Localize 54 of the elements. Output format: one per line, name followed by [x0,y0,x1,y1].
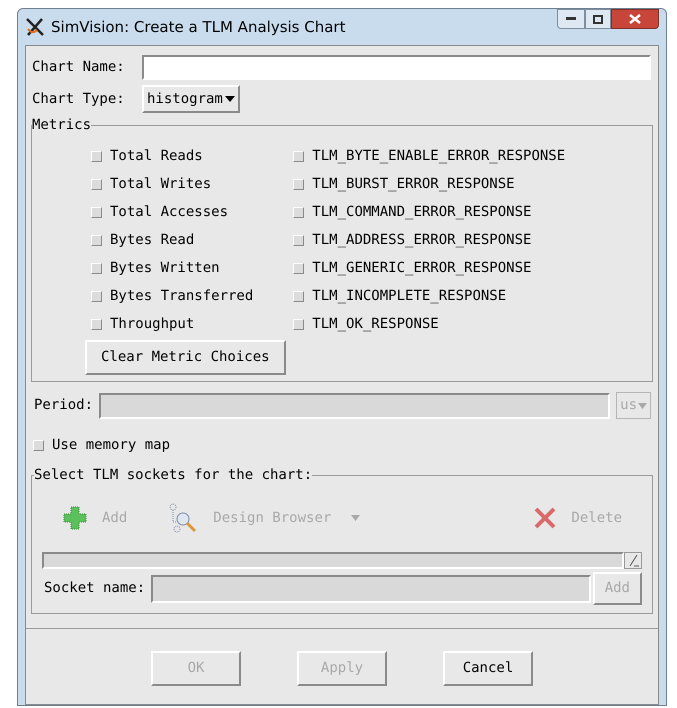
checkbox-label: TLM_BURST_ERROR_RESPONSE [312,174,515,194]
maximize-icon [593,14,603,24]
sockets-title: Select TLM sockets for the chart: [34,466,312,485]
dialog-action-button[interactable]: Cancel [443,651,533,686]
checkbox[interactable] [91,178,102,190]
checkbox[interactable] [293,206,304,218]
resize-handle-icon[interactable] [624,552,642,569]
chart-type-label: Chart Type: [32,90,126,108]
checkbox[interactable] [91,262,102,274]
close-icon [629,14,641,24]
checkbox-label: Total Reads [110,146,203,166]
period-label: Period: [34,396,94,415]
checkbox-label: TLM_INCOMPLETE_RESPONSE [312,286,506,306]
window-title: SimVision: Create a TLM Analysis Chart [51,16,346,38]
minimize-icon [566,17,576,21]
checkbox[interactable] [91,206,102,218]
plus-icon [62,505,88,531]
checkbox[interactable] [293,150,304,162]
checkbox-label: TLM_COMMAND_ERROR_RESPONSE [312,202,532,222]
checkbox-label: Throughput [110,314,194,334]
dropdown-arrow-icon [224,96,235,102]
checkbox-label: TLM_BYTE_ENABLE_ERROR_RESPONSE [312,146,566,166]
checkbox-label: TLM_ADDRESS_ERROR_RESPONSE [312,230,532,250]
checkbox-label: Bytes Written [110,258,220,278]
checkbox[interactable] [91,234,102,246]
checkbox[interactable] [293,290,304,302]
checkbox-label: TLM_GENERIC_ERROR_RESPONSE [312,258,532,278]
checkbox-label: Total Accesses [110,202,228,222]
socket-name-label: Socket name: [44,579,146,598]
checkbox[interactable] [33,440,44,450]
checkbox[interactable] [91,318,102,330]
checkbox-label: Bytes Transferred [110,286,254,306]
checkbox-label: Bytes Read [110,230,194,250]
app-logo-icon [25,17,45,37]
checkbox-label: Total Writes [110,174,212,194]
checkbox-label: TLM_OK_RESPONSE [312,314,439,334]
chart-name-field[interactable] [142,55,651,80]
dropdown-arrow-icon [351,515,360,521]
clear-metric-choices-button[interactable]: Clear Metric Choices [85,340,286,375]
delete-x-icon [533,506,558,530]
metrics-title: Metrics [32,116,92,135]
chart-type-dropdown[interactable]: histogram [142,85,240,113]
checkbox[interactable] [91,290,102,302]
chart-name-label: Chart Name: [32,58,126,77]
checkbox[interactable] [293,262,304,274]
checkbox[interactable] [293,178,304,190]
dropdown-arrow-icon [638,402,647,408]
close-button[interactable] [611,9,659,29]
checkbox[interactable] [293,318,304,330]
checkbox-label: Use memory map [52,436,170,454]
minimize-button[interactable] [557,9,585,29]
checkbox[interactable] [293,234,304,246]
maximize-button[interactable] [585,9,611,29]
checkbox[interactable] [91,150,102,162]
